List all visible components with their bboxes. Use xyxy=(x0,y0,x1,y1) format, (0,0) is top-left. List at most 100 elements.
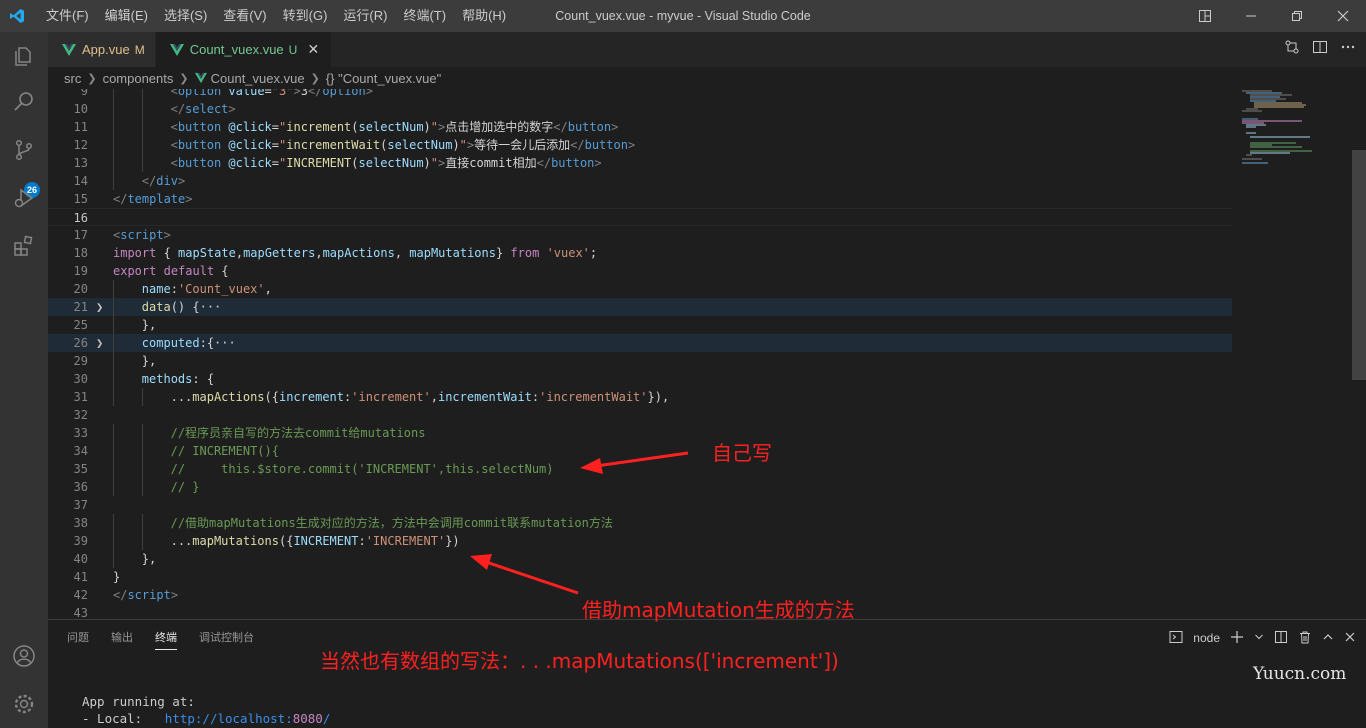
line-number: 19 xyxy=(73,264,88,278)
line-number: 33 xyxy=(73,426,88,440)
editor-tabs: App.vue M Count_vuex.vue U ✕ xyxy=(48,32,1366,67)
code-line[interactable]: 36 // } xyxy=(48,478,1232,496)
menu-item[interactable]: 终端(T) xyxy=(395,0,454,32)
close-window-button[interactable] xyxy=(1320,0,1366,32)
tab-count-vuex-vue[interactable]: Count_vuex.vue U ✕ xyxy=(155,32,333,67)
extensions-icon[interactable] xyxy=(0,222,48,270)
code-line[interactable]: 18 import { mapState,mapGetters,mapAction… xyxy=(48,244,1232,262)
code-line[interactable]: 40}, xyxy=(48,550,1232,568)
terminal-port[interactable]: 8080 xyxy=(293,711,323,726)
code-line[interactable]: 21 ❯ data() {··· xyxy=(48,298,1232,316)
code-editor[interactable]: 9 <option value="3">3</option> 10 </select>… xyxy=(48,89,1232,619)
code-line[interactable]: 35 // this.$store.commit('INCREMENT',this… xyxy=(48,460,1232,478)
terminal-icon[interactable] xyxy=(1169,630,1183,647)
code-line[interactable]: 14 </div> xyxy=(48,172,1232,190)
code-token: , xyxy=(315,246,323,260)
code-line[interactable]: 39 ...mapMutations({INCREMENT:'INCREMENT'… xyxy=(48,532,1232,550)
code-line[interactable]: 16 xyxy=(48,208,1232,226)
terminal-url[interactable]: http://localhost: xyxy=(165,711,293,726)
explorer-icon[interactable] xyxy=(0,32,48,80)
code-line[interactable]: 13 <button @click="INCREMENT(selectNum)">… xyxy=(48,154,1232,172)
minimap[interactable] xyxy=(1232,89,1366,619)
code-line[interactable]: 17 <script> xyxy=(48,226,1232,244)
account-icon[interactable] xyxy=(0,632,48,680)
more-actions-icon[interactable] xyxy=(1340,39,1356,60)
panel-tab[interactable]: 调试控制台 xyxy=(188,620,265,656)
code-token: > xyxy=(293,89,301,98)
trash-icon[interactable] xyxy=(1298,630,1312,647)
code-text: </select> xyxy=(171,100,236,118)
code-line[interactable]: 31 ...mapActions({increment:'increment',i… xyxy=(48,388,1232,406)
code-line[interactable]: 11 <button @click="increment(selectNum)">… xyxy=(48,118,1232,136)
menu-item[interactable]: 运行(R) xyxy=(335,0,395,32)
menu-item[interactable]: 转到(G) xyxy=(275,0,336,32)
split-editor-icon[interactable] xyxy=(1312,39,1328,60)
code-line[interactable]: 30 methods: { xyxy=(48,370,1232,388)
code-text: <button @click="INCREMENT(selectNum)">直接… xyxy=(171,154,602,172)
code-line[interactable]: 29}, xyxy=(48,352,1232,370)
menu-item[interactable]: 文件(F) xyxy=(38,0,97,32)
code-text: </div> xyxy=(142,172,185,190)
vertical-scrollbar[interactable] xyxy=(1352,150,1366,380)
close-tab-icon[interactable]: ✕ xyxy=(305,41,321,58)
code-line[interactable]: 10 </select> xyxy=(48,100,1232,118)
new-terminal-icon[interactable] xyxy=(1230,630,1244,647)
panel-tab[interactable]: 问题 xyxy=(56,620,100,656)
restore-button[interactable] xyxy=(1274,0,1320,32)
code-line[interactable]: 25}, xyxy=(48,316,1232,334)
breadcrumb-item[interactable]: src xyxy=(64,71,81,86)
code-token: INCREMENT xyxy=(286,156,352,170)
menu-item[interactable]: 查看(V) xyxy=(215,0,274,32)
fold-chevron-icon[interactable]: ❯ xyxy=(96,334,103,352)
menu-item[interactable]: 帮助(H) xyxy=(454,0,514,32)
code-line[interactable]: 20 name:'Count_vuex', xyxy=(48,280,1232,298)
search-icon[interactable] xyxy=(0,78,48,126)
code-token: ( xyxy=(351,156,359,170)
tab-app-vue[interactable]: App.vue M xyxy=(48,32,156,67)
code-line[interactable]: 37 xyxy=(48,496,1232,514)
terminal-url-end[interactable]: / xyxy=(323,711,331,726)
code-token: ; xyxy=(589,246,598,260)
breadcrumb-item[interactable]: components xyxy=(103,71,174,86)
code-line[interactable]: 41} xyxy=(48,568,1232,586)
split-terminal-icon[interactable] xyxy=(1274,630,1288,647)
code-token: mapGetters xyxy=(243,246,316,260)
code-line[interactable]: 34 // INCREMENT(){ xyxy=(48,442,1232,460)
panel-tab[interactable]: 输出 xyxy=(100,620,144,656)
open-changes-icon[interactable] xyxy=(1284,39,1300,60)
menu-item[interactable]: 编辑(E) xyxy=(97,0,156,32)
close-panel-icon[interactable] xyxy=(1344,631,1356,646)
code-token: button xyxy=(584,138,628,152)
panel-tab[interactable]: 终端 xyxy=(144,620,188,656)
breadcrumb-symbol[interactable]: {} "Count_vuex.vue" xyxy=(326,71,441,86)
minimize-button[interactable] xyxy=(1228,0,1274,32)
code-line[interactable]: 19 export default { xyxy=(48,262,1232,280)
code-token: ··· xyxy=(199,300,222,314)
code-token: " xyxy=(430,120,439,134)
settings-gear-icon[interactable] xyxy=(0,680,48,728)
code-text: import { mapState,mapGetters,mapActions,… xyxy=(113,244,597,262)
chevron-right-icon: ❯ xyxy=(179,72,189,85)
layout-icon[interactable] xyxy=(1182,0,1228,32)
code-line[interactable]: 32 xyxy=(48,406,1232,424)
breadcrumb-item[interactable]: Count_vuex.vue xyxy=(211,71,305,86)
maximize-panel-icon[interactable] xyxy=(1322,631,1334,646)
code-token: option xyxy=(322,89,366,98)
code-line[interactable]: 15 </template> xyxy=(48,190,1232,208)
code-text: export default { xyxy=(113,262,229,280)
run-debug-icon[interactable] xyxy=(0,174,48,222)
code-line[interactable]: 38 //借助mapMutations生成对应的方法，方法中会调用commit联系… xyxy=(48,514,1232,532)
source-control-icon[interactable] xyxy=(0,126,48,174)
terminal-name[interactable]: node xyxy=(1193,631,1220,645)
code-line[interactable]: 26 ❯ computed:{··· xyxy=(48,334,1232,352)
indent-guide xyxy=(141,89,143,100)
chevron-down-icon[interactable] xyxy=(1254,631,1264,645)
code-token: export xyxy=(113,264,157,278)
line-number: 41 xyxy=(73,570,88,584)
terminal-label: - Local: xyxy=(82,711,165,726)
code-line[interactable]: 33 //程序员亲自写的方法去commit给mutations xyxy=(48,424,1232,442)
fold-chevron-icon[interactable]: ❯ xyxy=(96,298,103,316)
code-line[interactable]: 9 <option value="3">3</option> xyxy=(48,89,1232,100)
menu-item[interactable]: 选择(S) xyxy=(156,0,215,32)
code-line[interactable]: 12 <button @click="incrementWait(selectNu… xyxy=(48,136,1232,154)
